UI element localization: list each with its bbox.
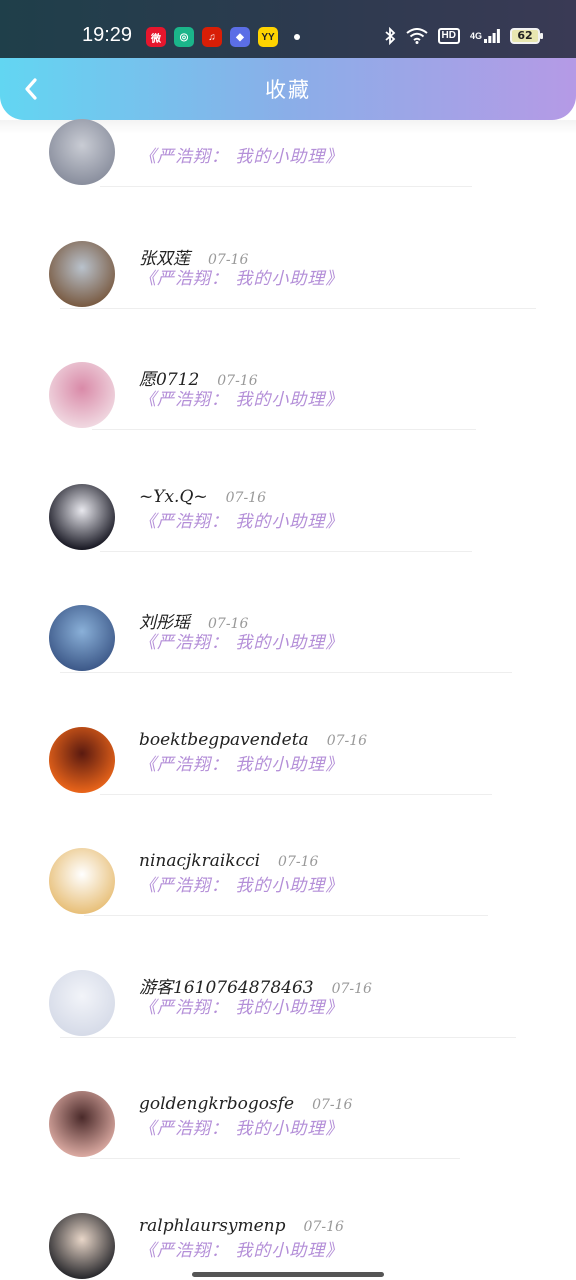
favorites-list[interactable]: 《严浩翔： 我的小助理》 张双莲 07-16 《严浩翔： 我的小助理》 愿0712 07-… <box>0 0 576 1280</box>
list-item[interactable]: boektbegpavendeta 07-16 《严浩翔： 我的小助理》 <box>0 716 576 837</box>
favorited-story-title[interactable]: 《严浩翔： 我的小助理》 <box>139 1114 343 1139</box>
user-name: boektbegpavendeta <box>139 729 309 750</box>
list-item[interactable]: ~Yx.Q~ 07-16 《严浩翔： 我的小助理》 <box>0 473 576 594</box>
favorited-story-title[interactable]: 《严浩翔： 我的小助理》 <box>139 142 343 167</box>
row-divider <box>84 915 488 916</box>
name-line: ninacjkraikcci 07-16 <box>139 851 318 871</box>
avatar[interactable] <box>49 119 115 185</box>
row-divider <box>100 793 492 795</box>
name-line: ralphlaursymenp 07-16 <box>139 1216 344 1236</box>
avatar[interactable] <box>49 240 115 307</box>
row-divider <box>60 1036 516 1038</box>
row-divider <box>60 672 512 673</box>
list-item[interactable]: 《严浩翔： 我的小助理》 <box>0 108 576 229</box>
list-item[interactable]: 游客1610764878463 07-16 《严浩翔： 我的小助理》 <box>0 959 576 1080</box>
name-line: ~Yx.Q~ 07-16 <box>139 487 266 507</box>
favorited-story-title[interactable]: 《严浩翔： 我的小助理》 <box>139 628 343 653</box>
avatar[interactable] <box>49 605 115 671</box>
avatar[interactable] <box>49 969 115 1036</box>
avatar[interactable] <box>49 1212 115 1279</box>
name-line: boektbegpavendeta 07-16 <box>139 730 367 750</box>
row-divider <box>60 307 536 309</box>
avatar[interactable] <box>49 848 115 914</box>
user-name: ninacjkraikcci <box>139 851 261 871</box>
favorited-story-title[interactable]: 《严浩翔： 我的小助理》 <box>139 750 343 775</box>
user-name: goldengkrbogosfe <box>139 1094 295 1114</box>
row-divider <box>100 550 472 552</box>
favorited-story-title[interactable]: 《严浩翔： 我的小助理》 <box>139 385 343 410</box>
list-item[interactable]: 张双莲 07-16 《严浩翔： 我的小助理》 <box>0 230 576 351</box>
home-indicator[interactable] <box>192 1272 384 1277</box>
avatar[interactable] <box>49 362 115 428</box>
list-item[interactable]: ralphlaursymenp 07-16 《严浩翔： 我的小助理》 <box>0 1202 576 1280</box>
user-name: ralphlaursymenp <box>139 1215 286 1236</box>
list-item[interactable]: 刘彤瑶 07-16 《严浩翔： 我的小助理》 <box>0 594 576 715</box>
favorite-date: 07-16 <box>326 732 368 749</box>
user-name: ~Yx.Q~ <box>139 486 208 507</box>
favorite-date: 07-16 <box>312 1097 353 1113</box>
list-item[interactable]: ninacjkraikcci 07-16 《严浩翔： 我的小助理》 <box>0 837 576 958</box>
favorite-date: 07-16 <box>225 489 266 506</box>
row-divider <box>100 186 472 187</box>
favorited-story-title[interactable]: 《严浩翔： 我的小助理》 <box>139 871 343 896</box>
avatar[interactable] <box>49 1091 115 1157</box>
favorited-story-title[interactable]: 《严浩翔： 我的小助理》 <box>139 1236 343 1261</box>
row-divider <box>90 1158 460 1159</box>
favorited-story-title[interactable]: 《严浩翔： 我的小助理》 <box>139 264 343 289</box>
list-item[interactable]: 愿0712 07-16 《严浩翔： 我的小助理》 <box>0 351 576 472</box>
name-line: goldengkrbogosfe 07-16 <box>139 1094 352 1114</box>
favorited-story-title[interactable]: 《严浩翔： 我的小助理》 <box>139 507 343 532</box>
favorited-story-title[interactable]: 《严浩翔： 我的小助理》 <box>139 993 343 1018</box>
list-item[interactable]: goldengkrbogosfe 07-16 《严浩翔： 我的小助理》 <box>0 1080 576 1201</box>
avatar[interactable] <box>49 483 115 550</box>
favorite-date: 07-16 <box>303 1218 344 1235</box>
favorite-date: 07-16 <box>278 854 319 870</box>
row-divider <box>92 429 476 430</box>
avatar[interactable] <box>49 726 115 793</box>
